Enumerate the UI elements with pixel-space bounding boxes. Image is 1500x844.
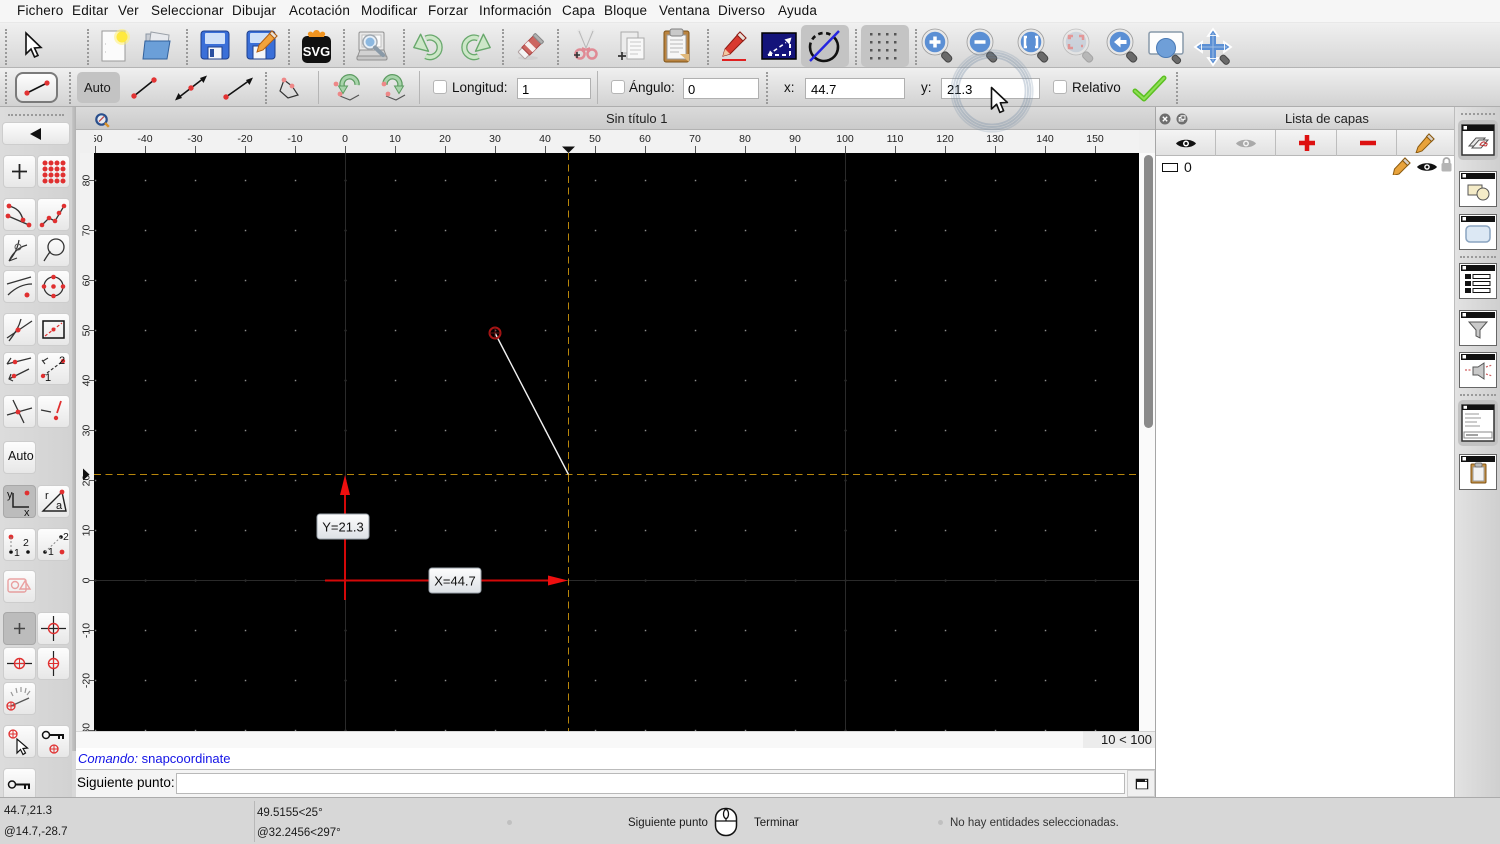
svg-text:100: 100 bbox=[836, 133, 854, 145]
svg-text:-20: -20 bbox=[237, 133, 252, 145]
svg-text:80: 80 bbox=[739, 133, 751, 145]
svg-text:X=44.7: X=44.7 bbox=[434, 574, 476, 589]
svg-text:1: 1 bbox=[45, 372, 51, 384]
svg-text:Y=21.3: Y=21.3 bbox=[322, 520, 364, 535]
svg-text:60: 60 bbox=[639, 133, 651, 145]
svg-text:-50: -50 bbox=[94, 133, 103, 145]
svg-text:90: 90 bbox=[789, 133, 801, 145]
svg-text:0: 0 bbox=[342, 133, 348, 145]
svg-text:2: 2 bbox=[59, 355, 65, 367]
svg-text:2: 2 bbox=[23, 537, 29, 549]
svg-text:140: 140 bbox=[1036, 133, 1054, 145]
svg-text:2: 2 bbox=[63, 531, 69, 543]
svg-text:y: y bbox=[7, 489, 13, 501]
svg-text:110: 110 bbox=[887, 133, 904, 145]
svg-text:50: 50 bbox=[589, 133, 601, 145]
svg-text:130: 130 bbox=[986, 133, 1004, 145]
svg-text:10: 10 bbox=[389, 133, 401, 145]
svg-text:-10: -10 bbox=[287, 133, 302, 145]
svg-text:70: 70 bbox=[689, 133, 701, 145]
svg-text:-30: -30 bbox=[81, 723, 93, 731]
svg-text:-40: -40 bbox=[137, 133, 152, 145]
svg-text:SVG: SVG bbox=[303, 44, 330, 59]
svg-text:150: 150 bbox=[1086, 133, 1104, 145]
svg-text:1: 1 bbox=[48, 546, 54, 558]
svg-text:40: 40 bbox=[539, 133, 551, 145]
svg-text:r: r bbox=[45, 490, 49, 502]
svg-text:30: 30 bbox=[489, 133, 501, 145]
svg-text:20: 20 bbox=[439, 133, 451, 145]
svg-text:-30: -30 bbox=[187, 133, 202, 145]
svg-text:x: x bbox=[24, 507, 30, 518]
svg-text:1: 1 bbox=[14, 547, 20, 559]
svg-text:120: 120 bbox=[936, 133, 954, 145]
svg-text:a: a bbox=[56, 500, 63, 512]
